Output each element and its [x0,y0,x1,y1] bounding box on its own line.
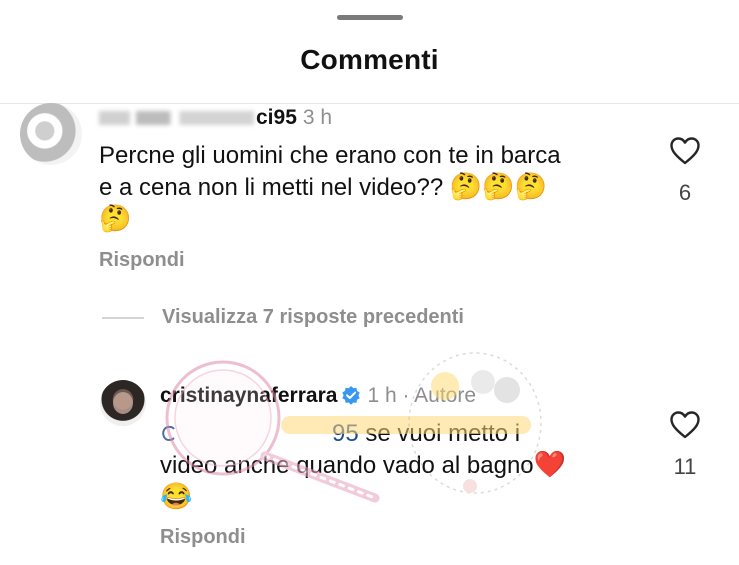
comment-timestamp: 3 h [302,106,333,129]
redacted-username [99,111,254,126]
reply-text-line-1: 95 se vuoi metto i [160,418,640,449]
drag-handle[interactable] [337,15,403,20]
reply-timestamp: 1 h [367,384,397,407]
heart-outline-icon[interactable] [669,136,701,166]
comments-sheet: Commenti ci95 3 h Percne gli uomini che e… [0,0,739,565]
separator-dot: · [396,384,415,407]
reply-text-line-2: video anche quando vado al bagno❤️ [160,449,640,481]
thinking-emoji: 🤔 [99,203,132,233]
red-heart-emoji: ❤️ [533,449,567,479]
like-count: 11 [673,454,697,479]
comment-text-line-1: Percne gli uomini che erano con te in ba… [99,142,561,169]
comment-text-line-3: 🤔 [99,203,639,235]
like-count: 6 [678,180,692,205]
author-avatar[interactable] [100,380,146,426]
mention-link[interactable]: 95 [332,420,359,447]
reply-body: 95 se vuoi metto i video anche quando va… [160,418,640,513]
redacted-mention [160,422,178,444]
reply-text-line-2-text: video anche quando vado al bagno [160,452,534,479]
laughing-emoji: 😂 [160,481,193,511]
heart-outline-icon[interactable] [669,410,701,440]
view-previous-replies[interactable]: Visualizza 7 risposte precedenti [102,306,464,329]
thinking-emoji: 🤔 [449,171,483,201]
reply-text-line-1-text: se vuoi metto i [365,420,521,447]
thinking-emoji: 🤔 [482,171,515,201]
header-divider [0,103,739,104]
comment-text-line-2: e a cena non li metti nel video?? 🤔🤔🤔 [99,171,639,203]
commenter-avatar[interactable] [20,103,82,165]
comment-body: Percne gli uomini che erano con te in ba… [99,140,639,235]
reply-username[interactable]: cristinaynaferrara [160,384,337,407]
reply-button[interactable]: Rispondi [160,526,246,549]
reply-author-line: cristinaynaferrara 1 h · Autore [160,384,476,408]
comment-username[interactable]: ci95 [256,106,297,129]
reply-button[interactable]: Rispondi [99,249,185,272]
reply-text-line-3: 😂 [160,481,640,513]
author-badge: Autore [414,384,477,407]
thinking-emoji: 🤔 [514,171,548,201]
sheet-title: Commenti [300,44,439,75]
replies-divider [102,316,144,319]
comment-text-line-2-text: e a cena non li metti nel video?? [99,174,444,201]
reply-like: 11 [665,410,705,480]
verified-badge-icon [342,386,361,405]
comment-like: 6 [665,136,705,206]
comment-author-line: ci95 3 h [99,106,332,130]
view-replies-label: Visualizza 7 risposte precedenti [162,306,464,328]
